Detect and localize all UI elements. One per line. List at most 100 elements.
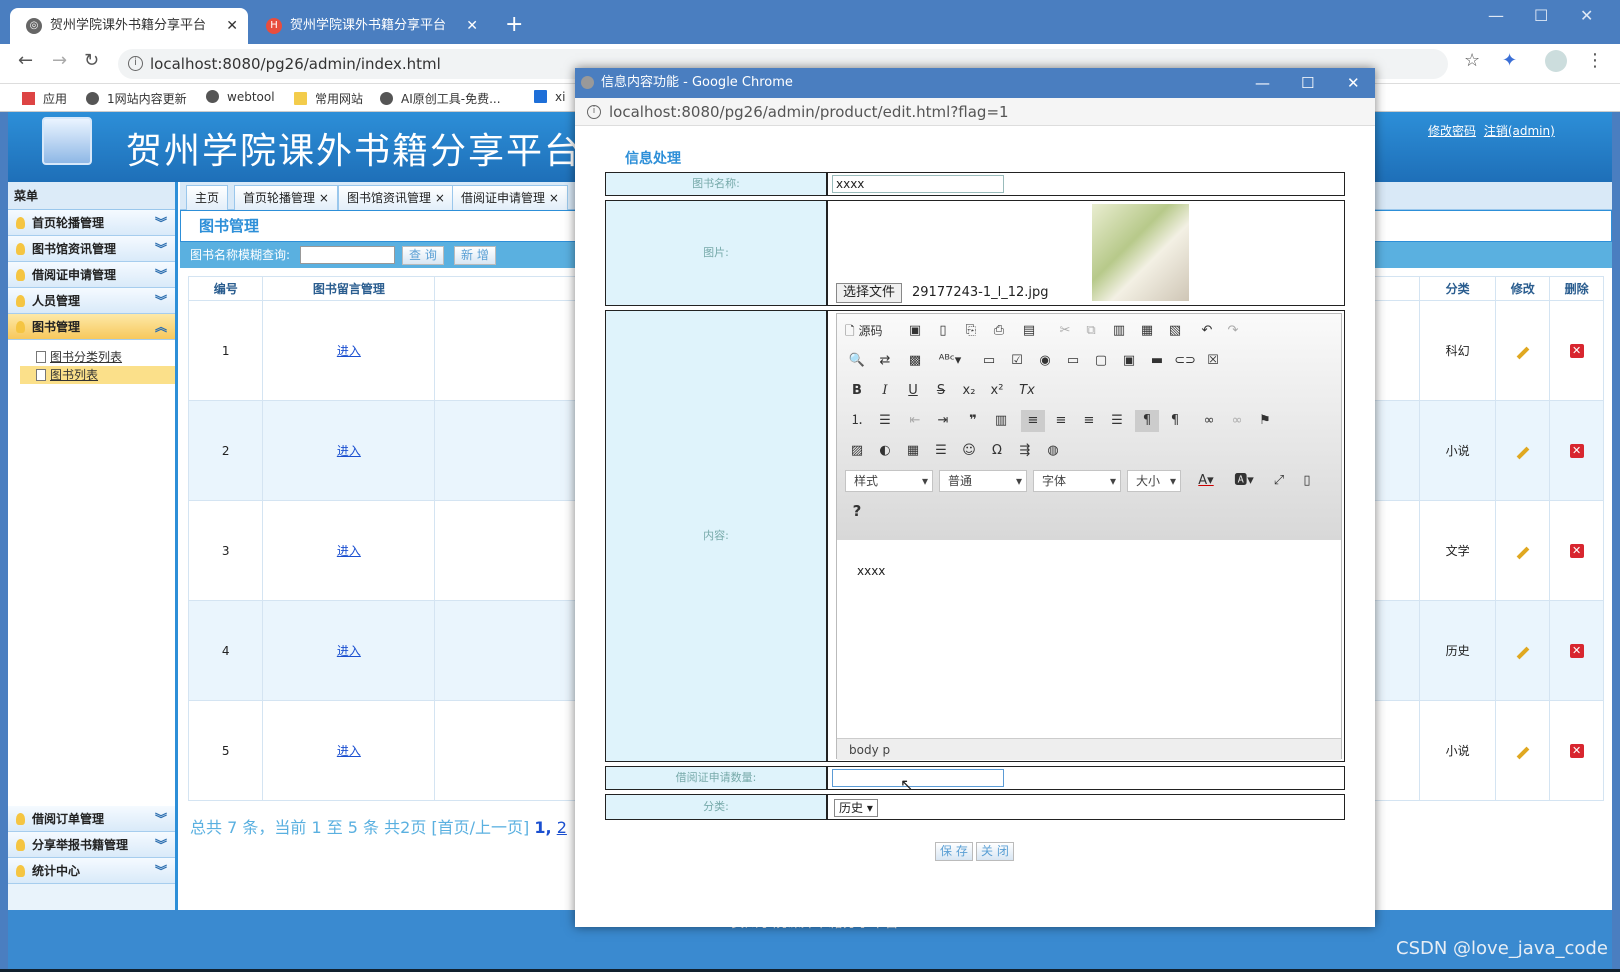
ltr-icon[interactable]: ¶ xyxy=(1135,410,1159,432)
close-icon[interactable]: × xyxy=(435,191,445,205)
numbered-list-icon[interactable]: ⒈ xyxy=(845,410,869,432)
indent-icon[interactable]: ⇥ xyxy=(931,410,955,432)
special-char-icon[interactable]: Ω xyxy=(985,440,1009,462)
redo-icon[interactable]: ↷ xyxy=(1221,320,1245,342)
choose-file-button[interactable]: 选择文件 xyxy=(836,283,903,303)
bookmark-folder[interactable]: 常用网站 xyxy=(294,90,363,107)
bookmark-apps[interactable]: 应用 xyxy=(22,90,67,107)
align-center-icon[interactable]: ≡ xyxy=(1049,410,1073,432)
edit-pencil-icon[interactable] xyxy=(1516,346,1530,359)
font-combo[interactable]: 字体 ▾ xyxy=(1033,470,1121,492)
subscript-icon[interactable]: x₂ xyxy=(957,380,981,402)
extension-icon[interactable]: ✦ xyxy=(1502,50,1517,71)
sidebar-item-users[interactable]: 人员管理 ︾ xyxy=(8,288,175,314)
close-icon[interactable]: × xyxy=(319,191,329,205)
style-combo[interactable]: 样式 ▾ xyxy=(845,470,933,492)
bookmark-item[interactable]: webtool xyxy=(206,90,275,104)
sidebar-item-carousel[interactable]: 首页轮播管理 ︾ xyxy=(8,210,175,236)
edit-pencil-icon[interactable] xyxy=(1516,446,1530,459)
align-left-icon[interactable]: ≡ xyxy=(1021,410,1045,432)
select-all-icon[interactable]: ▩ xyxy=(903,350,927,372)
delete-icon[interactable]: ✕ xyxy=(1569,544,1584,558)
iframe-icon[interactable]: ◍ xyxy=(1041,440,1065,462)
add-button[interactable]: 新 增 xyxy=(454,246,496,265)
horizontal-rule-icon[interactable]: ☰ xyxy=(929,440,953,462)
bookmark-item[interactable]: 1网站内容更新 xyxy=(86,90,187,107)
search-input[interactable] xyxy=(300,246,395,264)
replace-icon[interactable]: ⇄ xyxy=(873,350,897,372)
editor-body-text[interactable]: xxxx xyxy=(857,564,885,578)
spellcheck-icon[interactable]: ᴬᴮᶜ▾ xyxy=(933,350,967,372)
enter-link[interactable]: 进入 xyxy=(337,744,361,758)
close-button[interactable]: 关 闭 xyxy=(976,842,1014,861)
minimize-icon[interactable]: — xyxy=(1488,6,1504,25)
close-icon[interactable]: × xyxy=(549,191,559,205)
edit-pencil-icon[interactable] xyxy=(1516,646,1530,659)
enter-link[interactable]: 进入 xyxy=(337,444,361,458)
page-break-icon[interactable]: ⇶ xyxy=(1013,440,1037,462)
close-tab-icon[interactable]: ✕ xyxy=(466,8,478,44)
radio-icon[interactable]: ◉ xyxy=(1033,350,1057,372)
tab-carousel[interactable]: 首页轮播管理 × xyxy=(234,185,338,210)
table-icon[interactable]: ▦ xyxy=(901,440,925,462)
close-window-icon[interactable]: ✕ xyxy=(1347,68,1360,98)
sidebar-item-library-news[interactable]: 图书馆资讯管理 ︾ xyxy=(8,236,175,262)
background-color-icon[interactable]: 🅰▾ xyxy=(1229,470,1259,492)
template-icon[interactable]: ▤ xyxy=(1017,320,1041,342)
maximize-editor-icon[interactable]: ⤢ xyxy=(1267,470,1291,492)
close-window-icon[interactable]: ✕ xyxy=(1580,6,1593,25)
delete-icon[interactable]: ✕ xyxy=(1569,344,1584,358)
cut-icon[interactable]: ✂ xyxy=(1053,320,1077,342)
paste-text-icon[interactable]: ▦ xyxy=(1135,320,1159,342)
select-field-icon[interactable]: ▣ xyxy=(1117,350,1141,372)
form-icon[interactable]: ▭ xyxy=(977,350,1001,372)
edit-pencil-icon[interactable] xyxy=(1516,746,1530,759)
browser-tab-active[interactable]: ◎ 贺州学院课外书籍分享平台 ✕ xyxy=(10,8,248,44)
link-icon[interactable]: ∞ xyxy=(1197,410,1221,432)
star-icon[interactable]: ☆ xyxy=(1464,50,1480,71)
help-icon[interactable]: ? xyxy=(845,500,869,522)
hidden-field-icon[interactable]: ☒ xyxy=(1201,350,1225,372)
outdent-icon[interactable]: ⇤ xyxy=(903,410,927,432)
bookmark-item[interactable]: AI原创工具-免费... xyxy=(380,90,501,107)
undo-icon[interactable]: ↶ xyxy=(1195,320,1219,342)
minimize-icon[interactable]: — xyxy=(1255,68,1270,98)
sidebar-item-stats[interactable]: 统计中心 ︾ xyxy=(8,858,175,884)
sidebar-item-books[interactable]: 图书管理 ︽ xyxy=(8,314,175,340)
justify-icon[interactable]: ☰ xyxy=(1105,410,1129,432)
checkbox-icon[interactable]: ☑ xyxy=(1005,350,1029,372)
profile-avatar[interactable] xyxy=(1545,50,1567,72)
delete-icon[interactable]: ✕ xyxy=(1569,644,1584,658)
back-icon[interactable]: ← xyxy=(18,50,33,71)
new-page-icon[interactable]: ▯ xyxy=(931,320,955,342)
bulleted-list-icon[interactable]: ☰ xyxy=(873,410,897,432)
format-combo[interactable]: 普通 ▾ xyxy=(939,470,1027,492)
source-button[interactable]: 🗋 源码 xyxy=(845,320,895,342)
blockquote-icon[interactable]: ❞ xyxy=(961,410,985,432)
rtl-icon[interactable]: ¶ xyxy=(1163,410,1187,432)
image-button-icon[interactable]: ⊂⊃ xyxy=(1173,350,1197,372)
count-input[interactable] xyxy=(832,769,1004,787)
remove-format-icon[interactable]: Tx xyxy=(1015,380,1039,402)
strike-icon[interactable]: S xyxy=(929,380,953,402)
button-field-icon[interactable]: ▬ xyxy=(1145,350,1169,372)
new-tab-icon[interactable]: + xyxy=(505,12,523,38)
close-tab-icon[interactable]: ✕ xyxy=(226,8,238,44)
tab-home[interactable]: 主页 xyxy=(186,185,229,210)
maximize-icon[interactable]: ☐ xyxy=(1534,6,1548,25)
show-blocks-icon[interactable]: ▯ xyxy=(1295,470,1319,492)
sidebar-item-card-apply[interactable]: 借阅证申请管理 ︾ xyxy=(8,262,175,288)
submenu-item-book-list[interactable]: 图书列表 xyxy=(20,366,175,384)
edit-pencil-icon[interactable] xyxy=(1516,546,1530,559)
delete-icon[interactable]: ✕ xyxy=(1569,444,1584,458)
reload-icon[interactable]: ↻ xyxy=(84,50,99,71)
preview-icon[interactable]: ⎘ xyxy=(959,320,983,342)
size-combo[interactable]: 大小 ▾ xyxy=(1127,470,1181,492)
paste-word-icon[interactable]: ▧ xyxy=(1163,320,1187,342)
italic-icon[interactable]: I xyxy=(873,380,897,402)
pager-next-link[interactable]: 2 xyxy=(557,818,567,837)
textfield-icon[interactable]: ▭ xyxy=(1061,350,1085,372)
save-icon[interactable]: ▣ xyxy=(903,320,927,342)
copy-icon[interactable]: ⧉ xyxy=(1079,320,1103,342)
delete-icon[interactable]: ✕ xyxy=(1569,744,1584,758)
